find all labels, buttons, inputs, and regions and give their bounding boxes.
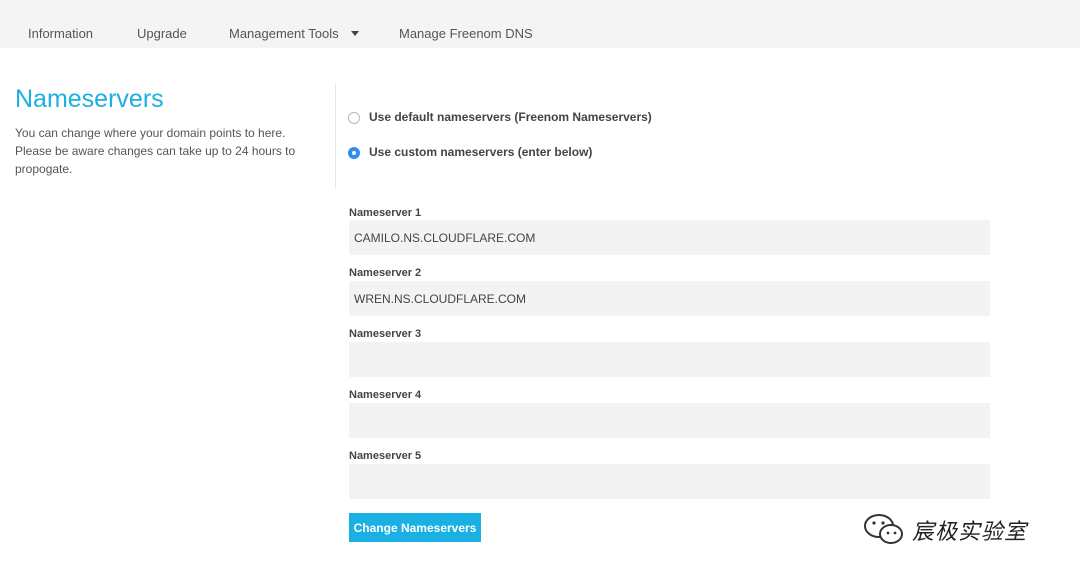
nameserver-1-input[interactable]: [349, 220, 990, 255]
option-custom-label: Use custom nameservers (enter below): [369, 144, 593, 159]
column-divider: [335, 84, 336, 188]
page-description: You can change where your domain points …: [15, 126, 296, 176]
nameserver-3-input[interactable]: [349, 342, 990, 377]
nav-manage-freenom-dns[interactable]: Manage Freenom DNS: [399, 26, 533, 41]
wechat-icon: [864, 514, 903, 544]
nameserver-4-input[interactable]: [349, 403, 990, 438]
top-nav: Information Upgrade Management Tools Man…: [0, 0, 1080, 48]
nameserver-2-label: Nameserver 2: [349, 267, 422, 279]
nameserver-2-input[interactable]: [349, 281, 990, 316]
nameserver-5-label: Nameserver 5: [349, 450, 422, 462]
nameserver-4-label: Nameserver 4: [349, 389, 422, 401]
nameserver-3-label: Nameserver 3: [349, 328, 422, 340]
nav-information[interactable]: Information: [28, 26, 93, 41]
option-default-nameservers[interactable]: Use default nameservers (Freenom Nameser…: [348, 109, 652, 124]
radio-unchecked-icon[interactable]: [348, 112, 360, 124]
nav-management-tools-label: Management Tools: [229, 26, 339, 41]
nav-upgrade[interactable]: Upgrade: [137, 26, 187, 41]
nameserver-1-label: Nameserver 1: [349, 207, 422, 219]
option-custom-nameservers[interactable]: Use custom nameservers (enter below): [348, 144, 592, 159]
option-default-label: Use default nameservers (Freenom Nameser…: [369, 109, 652, 124]
change-nameservers-button[interactable]: Change Nameservers: [349, 513, 481, 542]
nav-management-tools[interactable]: Management Tools: [229, 26, 359, 41]
watermark: 宸极实验室: [862, 512, 1027, 548]
radio-checked-icon[interactable]: [348, 147, 360, 159]
section-intro: Nameservers You can change where your do…: [15, 84, 325, 178]
nameserver-5-input[interactable]: [349, 464, 990, 499]
caret-down-icon: [350, 31, 359, 36]
page-title: Nameservers: [15, 85, 164, 113]
watermark-text: 宸极实验室: [912, 520, 1028, 545]
